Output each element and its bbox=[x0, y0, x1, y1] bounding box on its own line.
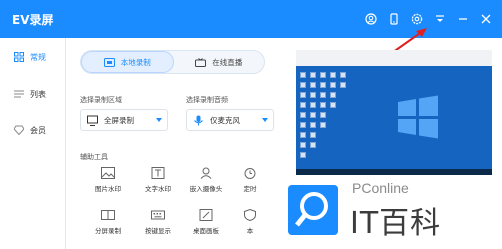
camera-user-icon bbox=[200, 167, 212, 179]
tool-label: 定时 bbox=[243, 185, 257, 193]
audio-select[interactable]: 仅麦克风 bbox=[186, 109, 274, 131]
sidebar-item-label: 会员 bbox=[30, 125, 46, 135]
tool-label: 按键显示 bbox=[145, 227, 171, 235]
tool-label: 桌面画板 bbox=[193, 227, 219, 235]
preview-taskbar bbox=[296, 169, 492, 175]
text-t-icon bbox=[151, 167, 165, 179]
drawing-board-icon bbox=[199, 209, 213, 221]
sidebar-item-membership[interactable]: 会员 bbox=[0, 119, 66, 141]
windows-logo-icon bbox=[398, 95, 438, 139]
tool-image-watermark[interactable]: 图片水印 bbox=[88, 167, 128, 197]
dropdown-menu-icon bbox=[435, 15, 444, 22]
tool-desktop-board[interactable]: 桌面画板 bbox=[186, 209, 226, 239]
split-screen-icon bbox=[101, 210, 115, 220]
tool-text-watermark[interactable]: 文字水印 bbox=[138, 167, 178, 197]
tab-live-stream[interactable]: 在线直播 bbox=[174, 51, 265, 73]
sidebar-item-label: 列表 bbox=[30, 89, 46, 99]
close-icon bbox=[481, 14, 490, 24]
tool-more[interactable]: 本 bbox=[238, 209, 262, 239]
tool-key-display[interactable]: 按键显示 bbox=[138, 209, 178, 239]
list-icon bbox=[14, 90, 24, 98]
tools-label: 辅助工具 bbox=[80, 153, 108, 161]
phone-button[interactable] bbox=[385, 11, 402, 27]
phone-icon bbox=[389, 13, 398, 25]
grid-icon bbox=[14, 52, 24, 62]
chevron-down-icon bbox=[156, 118, 162, 122]
watermark-brand: PConline bbox=[352, 180, 409, 196]
broadcast-icon bbox=[195, 57, 207, 67]
monitor-icon bbox=[87, 115, 98, 126]
audio-label: 选择录制音频 bbox=[186, 96, 228, 104]
app-title: EV录屏 bbox=[12, 13, 54, 27]
user-icon bbox=[364, 13, 377, 25]
sidebar-item-label: 常规 bbox=[30, 52, 46, 62]
tool-label: 分屏录制 bbox=[95, 227, 121, 235]
tool-split-screen[interactable]: 分屏录制 bbox=[88, 209, 128, 239]
preview-header bbox=[296, 50, 492, 66]
tool-label: 嵌入摄像头 bbox=[189, 185, 223, 193]
shield-icon bbox=[244, 209, 256, 221]
tab-local-record[interactable]: 本地录制 bbox=[81, 51, 174, 73]
minimize-button[interactable] bbox=[454, 11, 471, 27]
tool-label: 图片水印 bbox=[95, 185, 121, 193]
image-icon bbox=[101, 167, 115, 179]
sidebar: 常规 列表 会员 bbox=[0, 38, 66, 249]
region-label: 选择录制区域 bbox=[80, 96, 122, 104]
region-select-value: 全屏录制 bbox=[104, 115, 134, 125]
menu-dropdown-button[interactable] bbox=[431, 11, 448, 27]
keyboard-icon bbox=[151, 210, 165, 220]
settings-button[interactable] bbox=[408, 11, 425, 27]
video-icon bbox=[103, 57, 115, 67]
desktop-icons bbox=[298, 70, 348, 170]
tab-local-record-label: 本地录制 bbox=[120, 57, 151, 67]
sidebar-item-list[interactable]: 列表 bbox=[0, 83, 66, 105]
tool-timer[interactable]: 定时 bbox=[238, 167, 262, 197]
diamond-icon bbox=[14, 125, 24, 135]
tool-label: 文字水印 bbox=[145, 185, 171, 193]
sidebar-item-general[interactable]: 常规 bbox=[0, 46, 66, 68]
screen-preview bbox=[296, 66, 492, 175]
tool-label: 本 bbox=[246, 227, 254, 235]
minimize-icon bbox=[458, 18, 467, 20]
title-bar-controls bbox=[356, 11, 494, 27]
audio-select-value: 仅麦克风 bbox=[210, 115, 240, 125]
chevron-down-icon bbox=[262, 118, 268, 122]
close-button[interactable] bbox=[477, 11, 494, 27]
region-select[interactable]: 全屏录制 bbox=[80, 109, 168, 131]
tool-embed-camera[interactable]: 嵌入摄像头 bbox=[186, 167, 226, 197]
microphone-icon bbox=[194, 115, 203, 125]
clock-icon bbox=[244, 168, 256, 179]
gear-icon bbox=[411, 13, 422, 25]
watermark-text: IT百科 bbox=[350, 206, 442, 241]
record-mode-toggle: 本地录制 在线直播 bbox=[80, 50, 265, 74]
watermark-logo-icon bbox=[288, 185, 338, 235]
tab-live-stream-label: 在线直播 bbox=[212, 57, 243, 67]
user-account-button[interactable] bbox=[362, 11, 379, 27]
